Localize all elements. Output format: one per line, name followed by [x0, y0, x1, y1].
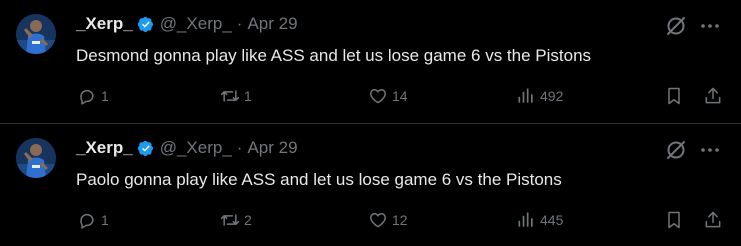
- bookmark-icon: [664, 210, 684, 230]
- separator-dot: ·: [236, 14, 243, 33]
- avatar[interactable]: [16, 14, 56, 54]
- display-name[interactable]: _Xerp_: [76, 13, 133, 35]
- grok-icon[interactable]: [664, 14, 688, 38]
- like-icon: [368, 86, 388, 106]
- tweet-text: Desmond gonna play like ASS and let us l…: [76, 46, 592, 65]
- tweet[interactable]: _Xerp_ @_Xerp_ · Apr 29 Paolo gonna play…: [0, 123, 741, 246]
- views-icon: [516, 210, 536, 230]
- like-button[interactable]: 14: [368, 84, 408, 108]
- reply-button[interactable]: 1: [77, 84, 109, 108]
- tweet-actions: 1 2 12 445: [0, 208, 741, 232]
- views-count: 445: [540, 212, 564, 228]
- tweet-feed: _Xerp_ @_Xerp_ · Apr 29 Desmond gonna pl…: [0, 0, 741, 246]
- tweet-header: _Xerp_ @_Xerp_ · Apr 29: [76, 13, 298, 35]
- reply-icon: [77, 210, 97, 230]
- verified-badge-icon[interactable]: [136, 138, 156, 158]
- repost-count: 2: [244, 212, 252, 228]
- bookmark-icon: [664, 86, 684, 106]
- views-count: 492: [540, 88, 564, 104]
- share-icon: [703, 86, 723, 106]
- reply-icon: [77, 86, 97, 106]
- avatar[interactable]: [16, 138, 56, 178]
- tweet-text: Paolo gonna play like ASS and let us los…: [76, 170, 562, 189]
- tweet[interactable]: _Xerp_ @_Xerp_ · Apr 29 Desmond gonna pl…: [0, 0, 741, 123]
- share-icon: [703, 210, 723, 230]
- repost-icon: [220, 86, 240, 106]
- views-button[interactable]: 492: [516, 84, 563, 108]
- like-button[interactable]: 12: [368, 208, 408, 232]
- user-handle[interactable]: @_Xerp_: [160, 137, 232, 159]
- views-button[interactable]: 445: [516, 208, 563, 232]
- repost-icon: [220, 210, 240, 230]
- display-name[interactable]: _Xerp_: [76, 137, 133, 159]
- like-count: 14: [392, 88, 408, 104]
- more-options-icon[interactable]: [698, 138, 722, 162]
- bookmark-button[interactable]: [664, 208, 684, 232]
- like-icon: [368, 210, 388, 230]
- repost-count: 1: [244, 88, 252, 104]
- user-handle[interactable]: @_Xerp_: [160, 13, 232, 35]
- tweet-date[interactable]: Apr 29: [247, 13, 297, 35]
- like-count: 12: [392, 212, 408, 228]
- tweet-date[interactable]: Apr 29: [247, 137, 297, 159]
- tweet-actions: 1 1 14 492: [0, 84, 741, 108]
- separator-dot: ·: [236, 138, 243, 157]
- more-options-icon[interactable]: [698, 14, 722, 38]
- tweet-header: _Xerp_ @_Xerp_ · Apr 29: [76, 137, 298, 159]
- bookmark-button[interactable]: [664, 84, 684, 108]
- repost-button[interactable]: 1: [220, 84, 252, 108]
- share-button[interactable]: [703, 208, 723, 232]
- views-icon: [516, 86, 536, 106]
- repost-button[interactable]: 2: [220, 208, 252, 232]
- reply-count: 1: [101, 88, 109, 104]
- grok-icon[interactable]: [664, 138, 688, 162]
- reply-count: 1: [101, 212, 109, 228]
- share-button[interactable]: [703, 84, 723, 108]
- reply-button[interactable]: 1: [77, 208, 109, 232]
- verified-badge-icon[interactable]: [136, 14, 156, 34]
